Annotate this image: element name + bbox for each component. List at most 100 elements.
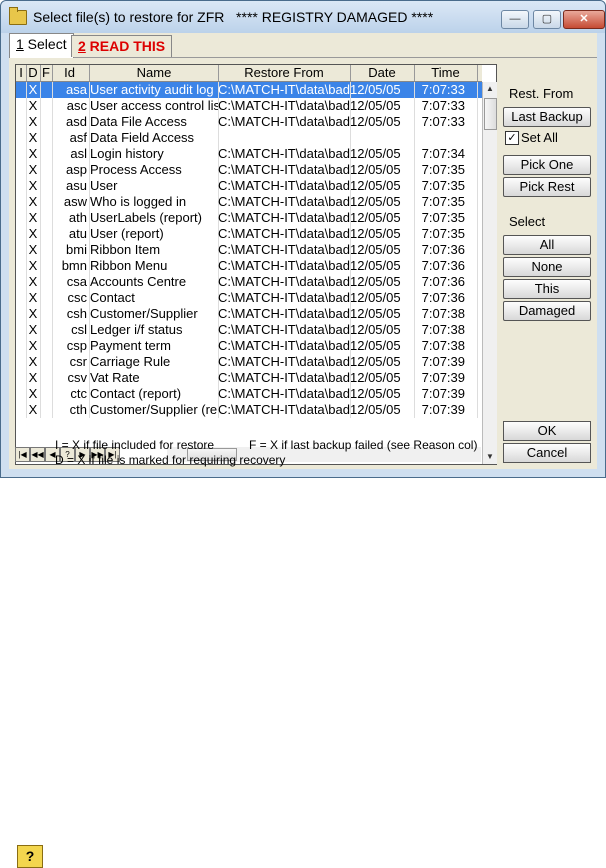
cell-name: User (90, 178, 219, 194)
table-row[interactable]: Xcsa Accounts Centre C:\MATCH-IT\data\bad 1… (16, 274, 482, 290)
table-row[interactable]: XcthCustomer/Supplier (report)C:\MATCH-I… (16, 402, 482, 418)
vertical-scrollbar[interactable]: ▲ ▼ (482, 82, 497, 464)
pick-rest-button[interactable]: Pick Rest (503, 177, 591, 197)
cell-d: X (26, 274, 41, 290)
cell-date: 12/05/05 (350, 98, 415, 114)
cell-d: X (26, 370, 41, 386)
cell-restore-from: C:\MATCH-IT\data\bad (218, 98, 351, 114)
cell-time: 7:07:35 (414, 194, 478, 210)
cell-d: X (26, 322, 41, 338)
table-row[interactable]: Xasd Data File Access C:\MATCH-IT\data\bad… (16, 114, 482, 130)
table-row[interactable]: Xasa User activity audit log C:\MATCH-IT\d… (16, 82, 482, 98)
title-bar[interactable]: Select file(s) to restore for ZFR **** R… (1, 1, 605, 33)
cell-date: 12/05/05 (350, 114, 415, 130)
tab-label: READ THIS (85, 38, 166, 54)
cell-name: Customer/Supplier (90, 306, 219, 322)
set-all-checkbox[interactable]: ✓ (505, 131, 519, 145)
table-row[interactable]: Xcsh Customer/Supplier C:\MATCH-IT\data\ba… (16, 306, 482, 322)
cell-id: asw (52, 194, 90, 210)
cell-name: Contact (90, 290, 219, 306)
table-row[interactable]: Xasl Login history C:\MATCH-IT\data\bad 12/… (16, 146, 482, 162)
cell-name: Who is logged in (90, 194, 219, 210)
col-header-name[interactable]: Name (90, 65, 219, 81)
cell-d: X (26, 178, 41, 194)
table-row[interactable]: Xasc User access control list C:\MATCH-IT\… (16, 98, 482, 114)
cell-restore-from: C:\MATCH-IT\data\bad (218, 114, 351, 130)
scroll-thumb[interactable] (484, 98, 497, 130)
cell-date: 12/05/05 (350, 242, 415, 258)
cell-time: 7:07:35 (414, 178, 478, 194)
cell-d: X (26, 210, 41, 226)
last-backup-button[interactable]: Last Backup (503, 107, 591, 127)
dialog-window: Select file(s) to restore for ZFR **** R… (0, 0, 606, 868)
table-row[interactable]: Xasu User C:\MATCH-IT\data\bad 12/05/05 7:07… (16, 178, 482, 194)
legend-line-i: I = X if file included for restore (55, 438, 215, 452)
cell-restore-from: C:\MATCH-IT\data\bad (218, 386, 351, 402)
table-row[interactable]: Xcsc Contact C:\MATCH-IT\data\bad 12/05/05 7… (16, 290, 482, 306)
select-this-button[interactable]: This (503, 279, 591, 299)
tab-number: 1 (16, 36, 24, 52)
cell-name: UserLabels (report) (90, 210, 219, 226)
minimize-button[interactable]: — (501, 10, 529, 29)
table-row[interactable]: Xath UserLabels (report) C:\MATCH-IT\data\… (16, 210, 482, 226)
cell-id: asu (52, 178, 90, 194)
cell-restore-from: C:\MATCH-IT\data\bad (218, 210, 351, 226)
table-row[interactable]: Xatu User (report) C:\MATCH-IT\data\bad 12/… (16, 226, 482, 242)
grid-rows: Xasa User activity audit log C:\MATCH-IT\d… (16, 82, 482, 456)
scroll-up-icon[interactable]: ▲ (483, 82, 497, 96)
table-row[interactable]: Xctc Contact (report) C:\MATCH-IT\data\bad… (16, 386, 482, 402)
cell-id: bmi (52, 242, 90, 258)
tab-select[interactable]: 1 Select (9, 33, 74, 58)
cell-restore-from: C:\MATCH-IT\data\bad (218, 274, 351, 290)
table-row[interactable]: Xcsl Ledger i/f status C:\MATCH-IT\data\ba… (16, 322, 482, 338)
table-row[interactable]: Xcsp Payment term C:\MATCH-IT\data\bad 12/0… (16, 338, 482, 354)
table-row[interactable]: Xasp Process Access C:\MATCH-IT\data\bad 12… (16, 162, 482, 178)
pick-one-button[interactable]: Pick One (503, 155, 591, 175)
ok-button[interactable]: OK (503, 421, 591, 441)
maximize-button[interactable]: ▢ (533, 10, 561, 29)
cell-restore-from: C:\MATCH-IT\data\bad (218, 306, 351, 322)
cell-name: Customer/Supplier (report) (90, 402, 219, 418)
cell-id: asd (52, 114, 90, 130)
cell-time: 7:07:34 (414, 146, 478, 162)
cell-date: 12/05/05 (350, 370, 415, 386)
close-button[interactable]: ✕ (563, 10, 605, 29)
tab-number: 2 (78, 38, 86, 54)
tab-read-this[interactable]: 2 READ THIS (71, 35, 173, 57)
cell-id: csh (52, 306, 90, 322)
col-header-d[interactable]: D (26, 65, 41, 81)
cell-date: 12/05/05 (350, 226, 415, 242)
table-row[interactable]: Xasw Who is logged in C:\MATCH-IT\data\bad… (16, 194, 482, 210)
help-icon[interactable]: ? (17, 845, 43, 868)
cell-restore-from: C:\MATCH-IT\data\bad (218, 290, 351, 306)
select-none-button[interactable]: None (503, 257, 591, 277)
set-all-label[interactable]: Set All (521, 130, 558, 145)
table-row[interactable]: Xcsv Vat Rate C:\MATCH-IT\data\bad 12/05/05… (16, 370, 482, 386)
table-row[interactable]: Xasf Data Field Access (16, 130, 482, 146)
select-all-button[interactable]: All (503, 235, 591, 255)
col-header-restore-from[interactable]: Restore From (218, 65, 351, 81)
table-row[interactable]: Xbmi Ribbon Item C:\MATCH-IT\data\bad 12/05… (16, 242, 482, 258)
cell-date (350, 130, 415, 146)
cell-name: Vat Rate (90, 370, 219, 386)
cell-d: X (26, 242, 41, 258)
cell-time: 7:07:36 (414, 242, 478, 258)
col-header-time[interactable]: Time (414, 65, 478, 81)
select-damaged-button[interactable]: Damaged (503, 301, 591, 321)
cancel-button[interactable]: Cancel (503, 443, 591, 463)
col-header-id[interactable]: Id (52, 65, 90, 81)
cell-restore-from: C:\MATCH-IT\data\bad (218, 370, 351, 386)
tab-strip: 1 Select 2 READ THIS (9, 33, 597, 58)
cell-time: 7:07:33 (414, 114, 478, 130)
file-grid[interactable]: I D F Id Name Restore From Date Time Xas… (15, 64, 497, 465)
table-row[interactable]: Xbmn Ribbon Menu C:\MATCH-IT\data\bad 12/05… (16, 258, 482, 274)
dialog-body: 1 Select 2 READ THIS I D F Id Name Resto… (9, 33, 597, 868)
cell-id: csv (52, 370, 90, 386)
cell-time: 7:07:36 (414, 258, 478, 274)
cell-time: 7:07:33 (414, 82, 478, 98)
cell-restore-from: C:\MATCH-IT\data\bad (218, 258, 351, 274)
cell-time: 7:07:39 (414, 370, 478, 386)
cell-restore-from: C:\MATCH-IT\data\bad (218, 146, 351, 162)
col-header-date[interactable]: Date (350, 65, 415, 81)
table-row[interactable]: Xcsr Carriage Rule C:\MATCH-IT\data\bad 12/… (16, 354, 482, 370)
